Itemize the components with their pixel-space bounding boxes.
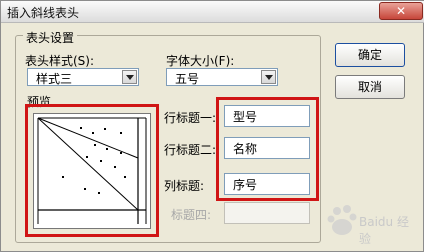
titles-highlight-box — [216, 97, 319, 201]
cancel-button-label: 取消 — [357, 80, 382, 94]
chevron-down-icon[interactable] — [261, 70, 276, 84]
row-title-1-label: 行标题一: — [164, 111, 217, 125]
title-4-input[interactable] — [224, 202, 310, 224]
preview-highlight-box — [25, 104, 159, 237]
insert-diagonal-header-dialog: 插入斜线表头 ✕ 表头设置 表头样式(S): 样式三 字体大小(F): 五号 预… — [0, 0, 424, 252]
font-size-select[interactable]: 五号 — [166, 68, 278, 86]
header-style-label: 表头样式(S): — [25, 54, 95, 68]
baidu-watermark: Baidu 经验 — [319, 201, 419, 247]
column-title-label: 列标题: — [164, 179, 205, 193]
header-style-value: 样式三 — [36, 72, 73, 86]
header-settings-title: 表头设置 — [23, 29, 78, 46]
title-4-field[interactable] — [225, 203, 309, 223]
row-title-2-label: 行标题二: — [164, 143, 217, 157]
header-style-select[interactable]: 样式三 — [27, 68, 139, 86]
cancel-button[interactable]: 取消 — [335, 75, 405, 99]
font-size-value: 五号 — [175, 72, 200, 86]
ok-button[interactable]: 确定 — [335, 43, 405, 67]
dialog-title: 插入斜线表头 — [7, 6, 80, 20]
watermark-text: Baidu 经验 — [359, 215, 409, 246]
ok-button-label: 确定 — [357, 48, 382, 62]
chevron-down-icon[interactable] — [122, 70, 137, 84]
font-size-label: 字体大小(F): — [166, 54, 235, 68]
close-icon: ✕ — [395, 4, 407, 18]
title-bar[interactable]: 插入斜线表头 ✕ — [1, 1, 424, 23]
title-4-label: 标题四: — [171, 208, 212, 222]
close-button[interactable]: ✕ — [379, 2, 423, 20]
